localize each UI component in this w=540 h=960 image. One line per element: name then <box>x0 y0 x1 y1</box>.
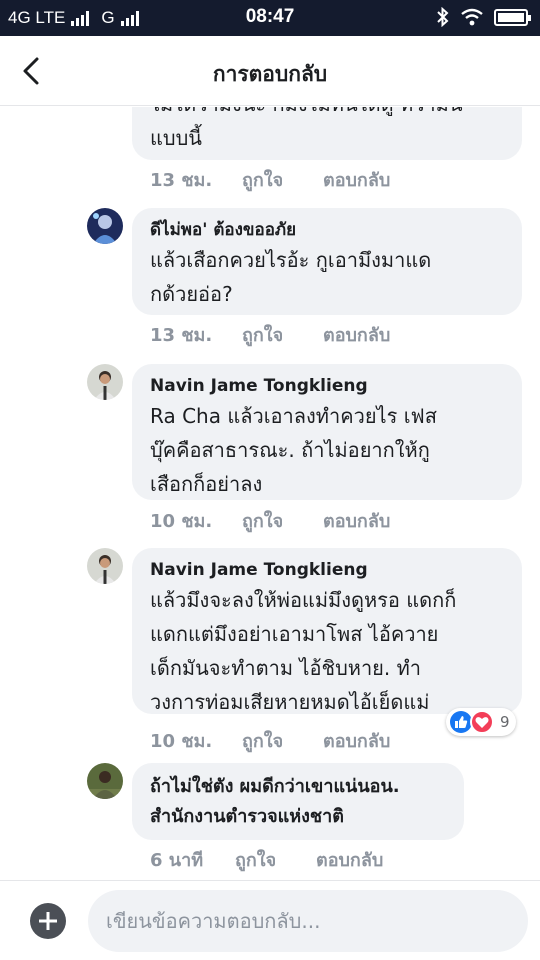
reply-composer <box>0 880 540 960</box>
reactions-summary[interactable]: 9 <box>446 708 516 736</box>
page-title: การตอบกลับ <box>212 62 328 86</box>
reply-input[interactable] <box>88 890 528 952</box>
like-link[interactable]: ถูกใจ <box>242 726 323 755</box>
back-button[interactable] <box>18 52 48 90</box>
comment-text-line: ถ้าไม่ใช่ตัง ผมดีกว่าเขาแน่นอน. <box>150 776 400 797</box>
add-attachment-button[interactable] <box>30 903 66 939</box>
avatar-image <box>87 364 123 400</box>
comment-timestamp: 10 ชม. <box>150 511 213 532</box>
comment-text-line: แล้วเสือกควยไรอ้ะ กูเอามึงมาแด <box>150 248 432 272</box>
comment-author[interactable]: Navin Jame Tongklieng <box>150 557 504 583</box>
comment-timestamp: 13 ชม. <box>150 170 213 191</box>
comment-timestamp: 10 ชม. <box>150 731 213 752</box>
reply-link[interactable]: ตอบกลับ <box>323 726 390 755</box>
avatar[interactable] <box>87 548 123 584</box>
comment-text-line: แบบนี้ <box>150 126 202 150</box>
like-link[interactable]: ถูกใจ <box>242 320 323 349</box>
comment-text-line: กด้วยอ่อ? <box>150 282 233 306</box>
like-link[interactable]: ถูกใจ <box>242 165 323 194</box>
comment-author[interactable]: ดีไม่พอ' ต้องขออภัย <box>150 217 504 243</box>
avatar[interactable] <box>87 364 123 400</box>
like-link[interactable]: ถูกใจ <box>242 506 323 535</box>
wifi-icon <box>461 8 483 26</box>
comment-text-line: Ra Cha แล้วเอาลงทำควยไร เฟส <box>150 404 437 428</box>
love-reaction-icon <box>470 710 494 734</box>
comment-bubble[interactable]: Navin Jame Tongklieng แล้วมึงจะลงให้พ่อแ… <box>132 548 522 714</box>
comment-text-line: เด็กมันจะทำตาม ไอ้ชิบหาย. ทำ <box>150 656 422 680</box>
reaction-count: 9 <box>500 713 510 731</box>
comment-meta: 10 ชม. ถูกใจ ตอบกลับ <box>150 726 390 755</box>
status-bar: 4G LTE G 08:47 <box>0 0 540 36</box>
status-icons <box>436 7 531 27</box>
like-link[interactable]: ถูกใจ <box>235 845 316 874</box>
bluetooth-icon <box>437 7 449 27</box>
avatar-image <box>87 548 123 584</box>
avatar-image <box>87 208 123 244</box>
comment-meta: 6 นาที ถูกใจ ตอบกลับ <box>150 845 383 874</box>
reply-link[interactable]: ตอบกลับ <box>323 506 390 535</box>
like-reaction-icon <box>450 711 472 733</box>
comment-bubble[interactable]: Navin Jame Tongklieng Ra Cha แล้วเอาลงทำ… <box>132 364 522 500</box>
comment-meta: 10 ชม. ถูกใจ ตอบกลับ <box>150 506 390 535</box>
app-header: การตอบกลับ <box>0 36 540 106</box>
comment-text-line: สำนักงานตำรวจแห่งชาติ <box>150 806 344 827</box>
comment-text-line: เสือกก็อย่าลง <box>150 472 263 496</box>
reply-link[interactable]: ตอบกลับ <box>323 320 390 349</box>
comment-meta: 13 ชม. ถูกใจ ตอบกลับ <box>150 320 390 349</box>
avatar-image <box>87 763 123 799</box>
avatar[interactable] <box>87 208 123 244</box>
comment-text-line: ไม่ได้ว่ามึงนะ ก็มึงไม่ทันได้ดู ที่ว่ามั… <box>150 107 504 121</box>
comment-bubble[interactable]: ดีไม่พอ' ต้องขออภัย แล้วเสือกควยไรอ้ะ กู… <box>132 208 522 315</box>
comment-thread[interactable]: ไม่ได้ว่ามึงนะ ก็มึงไม่ทันได้ดู ที่ว่ามั… <box>0 107 540 880</box>
comment-author[interactable]: Navin Jame Tongklieng <box>150 373 504 399</box>
comment-bubble[interactable]: ไม่ได้ว่ามึงนะ ก็มึงไม่ทันได้ดู ที่ว่ามั… <box>132 107 522 160</box>
reply-link[interactable]: ตอบกลับ <box>316 845 383 874</box>
avatar[interactable] <box>87 763 123 799</box>
comment-text-line: บุ๊คคือสาธารณะ. ถ้าไม่อยากให้กู <box>150 438 430 462</box>
chevron-left-icon <box>23 57 39 85</box>
comment-meta: 13 ชม. ถูกใจ ตอบกลับ <box>150 165 390 194</box>
comment-text-line: แล้วมึงจะลงให้พ่อแม่มึงดูหรอ แดกก็ <box>150 588 457 612</box>
comment-text-line: แดกแต่มึงอย่าเอามาโพส ไอ้ควาย <box>150 622 439 646</box>
reply-link[interactable]: ตอบกลับ <box>323 165 390 194</box>
comment-timestamp: 13 ชม. <box>150 325 213 346</box>
comment-bubble[interactable]: ถ้าไม่ใช่ตัง ผมดีกว่าเขาแน่นอน. สำนักงาน… <box>132 763 464 840</box>
battery-icon <box>494 8 531 26</box>
comment-timestamp: 6 นาที <box>150 850 204 871</box>
